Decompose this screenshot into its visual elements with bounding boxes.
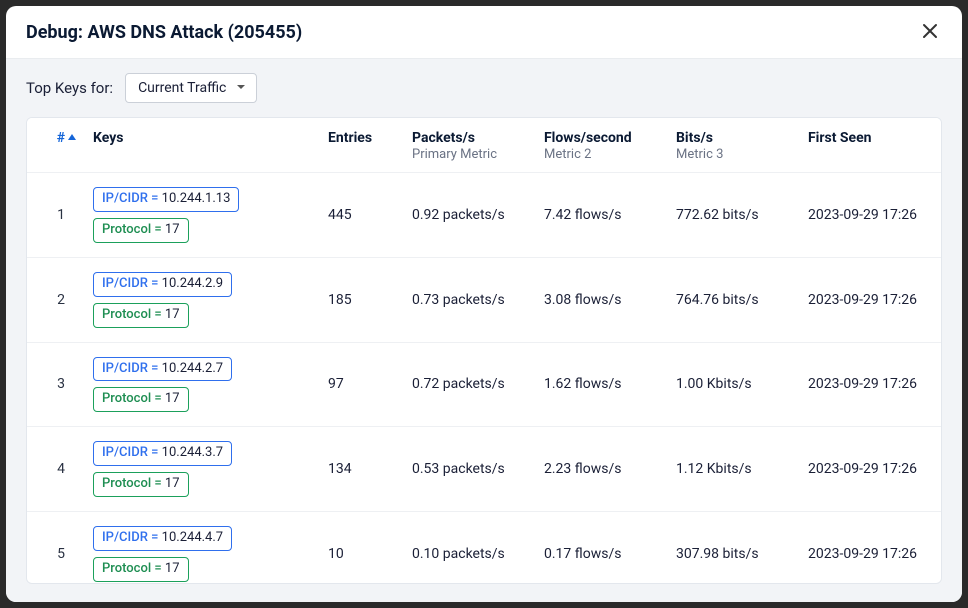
row-entries: 134: [318, 427, 402, 512]
chevron-down-icon: [236, 80, 246, 96]
debug-modal: Debug: AWS DNS Attack (205455) Top Keys …: [6, 6, 962, 602]
sort-asc-icon: [67, 130, 77, 146]
table-row: 5 IP/CIDR = 10.244.4.7 Protocol = 17 10 …: [27, 512, 941, 584]
row-bits: 307.98 bits/s: [666, 512, 798, 584]
protocol-tag[interactable]: Protocol = 17: [93, 303, 189, 328]
top-keys-table: # Keys Entries Packets/s Primary Metric: [27, 118, 941, 584]
row-entries: 185: [318, 257, 402, 342]
col-header-entries[interactable]: Entries: [318, 118, 402, 173]
top-keys-select-value: Current Traffic: [138, 80, 226, 96]
row-flows: 3.08 flows/s: [534, 257, 666, 342]
row-packets: 0.72 packets/s: [402, 342, 534, 427]
row-keys: IP/CIDR = 10.244.2.7 Protocol = 17: [83, 342, 318, 427]
table-row: 3 IP/CIDR = 10.244.2.7 Protocol = 17 97 …: [27, 342, 941, 427]
ip-cidr-tag[interactable]: IP/CIDR = 10.244.2.9: [93, 272, 232, 297]
protocol-tag[interactable]: Protocol = 17: [93, 387, 189, 412]
ip-cidr-tag[interactable]: IP/CIDR = 10.244.3.7: [93, 441, 232, 466]
row-first-seen: 2023-09-29 17:26: [798, 512, 941, 584]
row-first-seen: 2023-09-29 17:26: [798, 427, 941, 512]
col-header-flows[interactable]: Flows/second Metric 2: [534, 118, 666, 173]
row-index: 4: [27, 427, 83, 512]
col-header-keys[interactable]: Keys: [83, 118, 318, 173]
top-keys-select[interactable]: Current Traffic: [125, 73, 257, 103]
table-row: 4 IP/CIDR = 10.244.3.7 Protocol = 17 134…: [27, 427, 941, 512]
row-keys: IP/CIDR = 10.244.2.9 Protocol = 17: [83, 257, 318, 342]
table-row: 2 IP/CIDR = 10.244.2.9 Protocol = 17 185…: [27, 257, 941, 342]
row-index: 2: [27, 257, 83, 342]
ip-cidr-tag[interactable]: IP/CIDR = 10.244.4.7: [93, 526, 232, 551]
protocol-tag[interactable]: Protocol = 17: [93, 557, 189, 582]
row-keys: IP/CIDR = 10.244.4.7 Protocol = 17: [83, 512, 318, 584]
row-flows: 2.23 flows/s: [534, 427, 666, 512]
row-bits: 772.62 bits/s: [666, 173, 798, 258]
row-first-seen: 2023-09-29 17:26: [798, 173, 941, 258]
col-header-first-seen[interactable]: First Seen: [798, 118, 941, 173]
row-packets: 0.73 packets/s: [402, 257, 534, 342]
row-bits: 1.12 Kbits/s: [666, 427, 798, 512]
row-bits: 764.76 bits/s: [666, 257, 798, 342]
top-keys-label: Top Keys for:: [26, 79, 113, 97]
row-flows: 0.17 flows/s: [534, 512, 666, 584]
protocol-tag[interactable]: Protocol = 17: [93, 472, 189, 497]
row-index: 5: [27, 512, 83, 584]
row-entries: 97: [318, 342, 402, 427]
row-entries: 10: [318, 512, 402, 584]
close-icon: [922, 23, 938, 42]
row-flows: 1.62 flows/s: [534, 342, 666, 427]
modal-titlebar: Debug: AWS DNS Attack (205455): [6, 6, 962, 59]
ip-cidr-tag[interactable]: IP/CIDR = 10.244.2.7: [93, 357, 232, 382]
close-button[interactable]: [918, 19, 942, 46]
row-index: 3: [27, 342, 83, 427]
table-row: 1 IP/CIDR = 10.244.1.13 Protocol = 17 44…: [27, 173, 941, 258]
col-header-index[interactable]: #: [27, 118, 83, 173]
row-packets: 0.10 packets/s: [402, 512, 534, 584]
row-keys: IP/CIDR = 10.244.1.13 Protocol = 17: [83, 173, 318, 258]
toolbar: Top Keys for: Current Traffic: [6, 59, 962, 117]
row-entries: 445: [318, 173, 402, 258]
row-bits: 1.00 Kbits/s: [666, 342, 798, 427]
row-flows: 7.42 flows/s: [534, 173, 666, 258]
row-packets: 0.53 packets/s: [402, 427, 534, 512]
modal-title: Debug: AWS DNS Attack (205455): [26, 22, 302, 43]
protocol-tag[interactable]: Protocol = 17: [93, 218, 189, 243]
content-area: # Keys Entries Packets/s Primary Metric: [6, 117, 962, 602]
ip-cidr-tag[interactable]: IP/CIDR = 10.244.1.13: [93, 187, 239, 212]
row-index: 1: [27, 173, 83, 258]
col-header-bits[interactable]: Bits/s Metric 3: [666, 118, 798, 173]
row-packets: 0.92 packets/s: [402, 173, 534, 258]
row-keys: IP/CIDR = 10.244.3.7 Protocol = 17: [83, 427, 318, 512]
sort-index[interactable]: #: [57, 130, 77, 146]
row-first-seen: 2023-09-29 17:26: [798, 342, 941, 427]
col-header-packets[interactable]: Packets/s Primary Metric: [402, 118, 534, 173]
data-card[interactable]: # Keys Entries Packets/s Primary Metric: [26, 117, 942, 584]
row-first-seen: 2023-09-29 17:26: [798, 257, 941, 342]
